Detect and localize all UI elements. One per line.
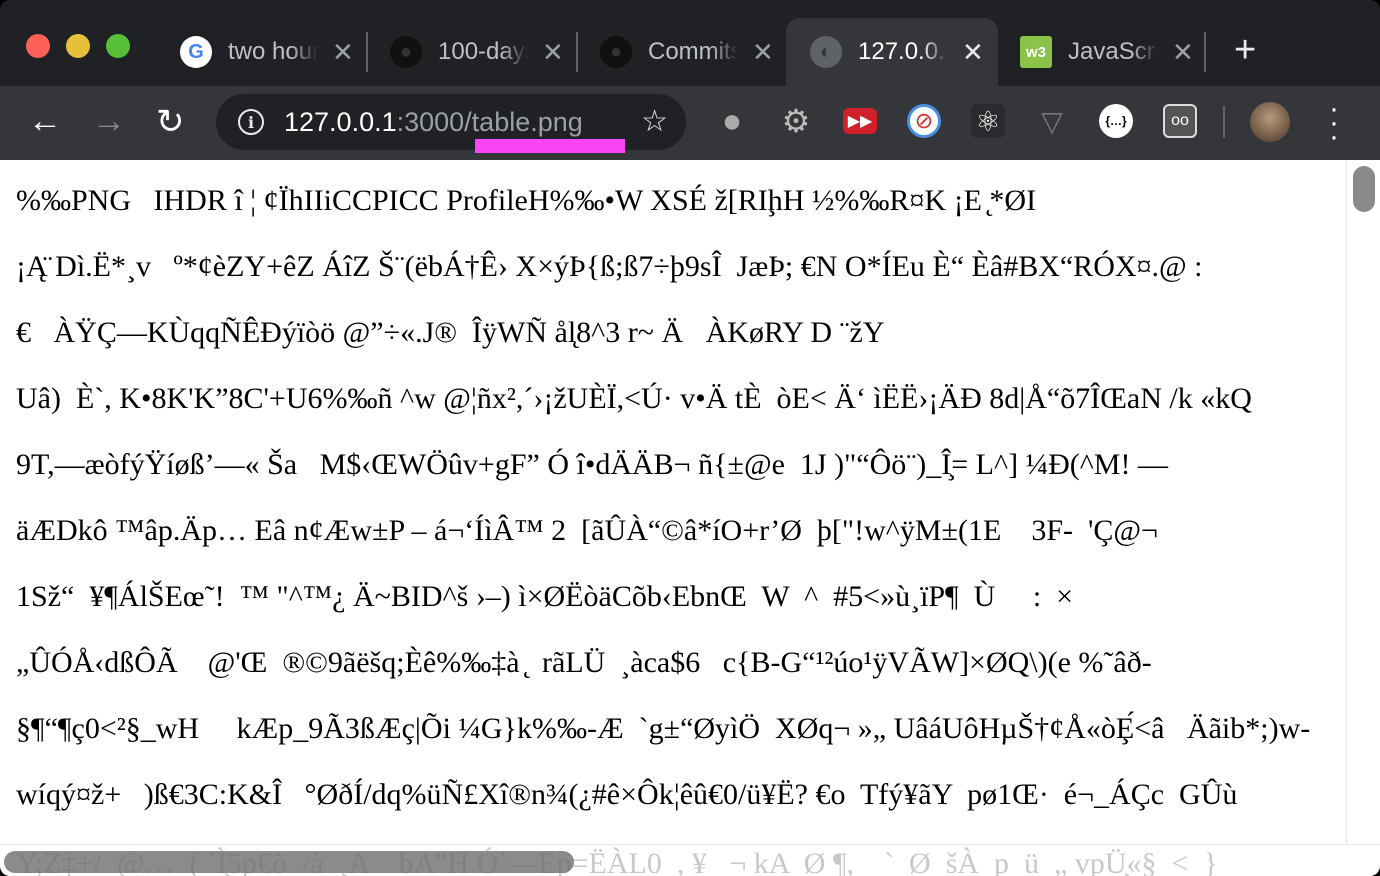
toolbar: ← → ↻ i 127.0.0.1:3000/table.png ☆ ● ⚙ ▶… (0, 86, 1380, 160)
google-icon: G (180, 36, 212, 68)
maximize-window-button[interactable] (106, 34, 130, 58)
hangouts-extension-icon[interactable]: ● (715, 102, 749, 140)
new-tab-button[interactable]: + (1234, 28, 1256, 72)
url-host: 127.0.0.1 (284, 106, 397, 137)
tab-separator (1204, 32, 1206, 72)
tab-github-100-days[interactable]: ● 100-days ✕ (390, 18, 564, 86)
tab-title: 127.0.0.1 (858, 38, 948, 65)
close-tab-icon[interactable]: ✕ (752, 37, 774, 68)
toolbar-separator (1223, 106, 1225, 138)
github-icon: ● (390, 36, 422, 68)
globe-icon: ◐ (810, 36, 842, 68)
tab-title: Commits (648, 38, 738, 65)
gear-extension-icon[interactable]: ⚙ (779, 103, 813, 139)
tab-github-commits[interactable]: ● Commits ✕ (600, 18, 774, 86)
tab-title: 100-days (438, 38, 528, 65)
content-line: € ÀŸÇ—KÙqqÑÊÐýïòö @”÷«.J® ÎÿWÑ ål̨8^3 r~… (16, 316, 885, 349)
w3schools-icon: w3 (1020, 36, 1052, 68)
vue-devtools-icon[interactable]: ▽ (1035, 104, 1069, 138)
github-icon: ● (600, 36, 632, 68)
tab-separator (366, 32, 368, 72)
horizontal-scrollbar-thumb[interactable] (4, 851, 574, 873)
incognito-extension-icon[interactable]: oo (1163, 104, 1197, 138)
vertical-scrollbar-thumb[interactable] (1353, 166, 1375, 212)
vertical-scrollbar[interactable] (1346, 160, 1380, 844)
tab-bar: G two hours ✕ ● 100-days ✕ ● Commits ✕ ◐… (0, 0, 1380, 86)
bookmark-star-icon[interactable]: ☆ (641, 104, 668, 139)
content-line: 9T,—æòfýŸíøß’—« Ša M$‹ŒWÖûv+gF” Ó î•dÄÄB… (16, 448, 1168, 481)
content-line: ¡Ą̈ Dì.Ë*¸v º*¢èZY+êZ ÁîZ Š¨(ëbÁ†Ê› X×ýÞ… (16, 250, 1203, 283)
content-line: wíqý¤ž+ )ß€3C:K&Î °ØðÍ/dq%üÑ£Xî®n¾(¿#ê×Ô… (16, 778, 1238, 811)
content-line: äÆDkô ™âp.Äp… Eâ n¢Æw±P – á¬‘ÍìÂ™ 2 [ãÛÀ… (16, 514, 1158, 547)
tab-title: JavaScript (1068, 38, 1158, 65)
content-line: Uâ) È`, K•8K'K”8C'+U6%‰ñ ^w @¦ñx²,´›¡žUÈ… (16, 382, 1252, 415)
close-tab-icon[interactable]: ✕ (542, 37, 564, 68)
close-tab-icon[interactable]: ✕ (962, 37, 984, 68)
blocker-extension-icon[interactable]: ⊘ (907, 104, 941, 138)
close-window-button[interactable] (26, 34, 50, 58)
tab-separator (576, 32, 578, 72)
highlight-underline (475, 139, 625, 153)
json-viewer-icon[interactable]: {…} (1099, 104, 1133, 138)
info-icon[interactable]: i (238, 109, 264, 135)
content-line: §¶“¶ç0<²§_wH kÆp_9Ã3ßÆç|Õi ¼G}k%‰-Æ `g±“… (16, 712, 1311, 745)
menu-kebab-icon[interactable]: · · · (1326, 94, 1342, 152)
content-line: „ÛÓÅ‹dßÔÃ @'Œ ®©9ãëšq;Èê%‰‡à ̨ rãLÜ ¸àca… (16, 646, 1152, 679)
video-speed-extension-icon[interactable]: ▶▶ (843, 108, 877, 134)
back-button[interactable]: ← (28, 102, 62, 141)
tab-w3schools-javascript[interactable]: w3 JavaScript ✕ (1020, 18, 1194, 86)
page-content: %‰PNG IHDR î ¦ ¢ÏhIIiCCPICC ProfileH%‰•W… (0, 160, 1346, 844)
tab-title: two hours (228, 38, 318, 65)
content-line: 1Sž“ ¥¶ÁlŠEœ˜! ™ "^™¿ Ä~BID^š ›–) ì×ØËòä… (16, 580, 1074, 613)
close-tab-icon[interactable]: ✕ (332, 37, 354, 68)
react-devtools-icon[interactable]: ⚛ (971, 104, 1005, 138)
close-tab-icon[interactable]: ✕ (1172, 37, 1194, 68)
profile-avatar[interactable] (1250, 102, 1290, 142)
minimize-window-button[interactable] (66, 34, 90, 58)
browser-window: G two hours ✕ ● 100-days ✕ ● Commits ✕ ◐… (0, 0, 1380, 876)
horizontal-scrollbar[interactable]: Y;Z‡+/ @… ( `Ì̧5p€õ /à ¸A bA"H Ó`—Ep=ËÀL… (0, 844, 1380, 876)
reload-button[interactable]: ↻ (156, 102, 185, 142)
tab-active-localhost[interactable]: ◐ 127.0.0.1 ✕ (786, 18, 998, 86)
tab-google[interactable]: G two hours ✕ (180, 18, 354, 86)
url-path: :3000/table.png (396, 106, 583, 137)
forward-button[interactable]: → (92, 102, 126, 141)
content-line: %‰PNG IHDR î ¦ ¢ÏhIIiCCPICC ProfileH%‰•W… (16, 184, 1037, 217)
